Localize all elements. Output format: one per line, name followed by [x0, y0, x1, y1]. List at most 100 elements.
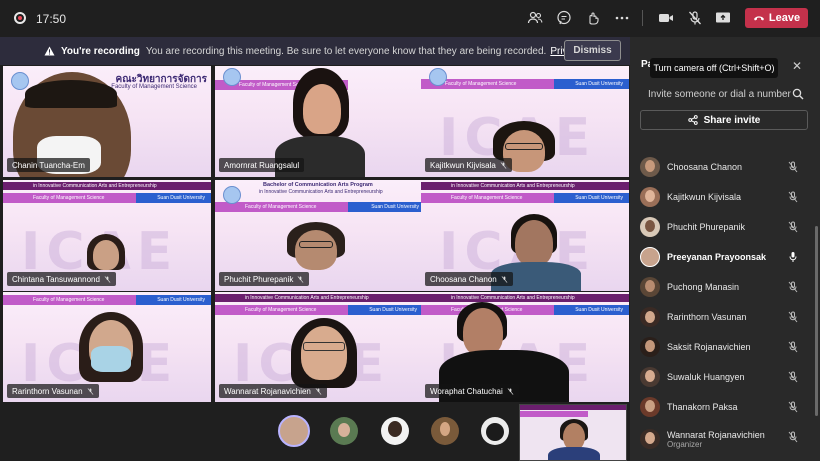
mute-microphone-icon[interactable]: [685, 8, 705, 28]
avatar[interactable]: [381, 417, 409, 445]
muted-mic-icon: [104, 275, 111, 283]
camera-icon[interactable]: [656, 8, 676, 28]
participant-video: [93, 240, 119, 270]
video-tile[interactable]: Bachelor of Communication Arts Program i…: [215, 180, 423, 291]
participant-row[interactable]: Choosana Chanon: [638, 152, 808, 182]
video-tile[interactable]: ICAE in Innovative Communication Arts an…: [421, 292, 629, 403]
microphone-icon[interactable]: [788, 251, 798, 263]
people-icon[interactable]: [525, 8, 545, 28]
slide-faculty: Faculty of Management Science: [33, 297, 105, 303]
video-tile[interactable]: ICAE Faculty of Management Science Suan …: [3, 292, 211, 403]
muted-mic-icon[interactable]: [788, 371, 798, 383]
participant-name: Kajitkwun Kijvisala: [667, 192, 742, 202]
slide-university: Suan Dusit University: [157, 195, 205, 201]
leave-label: Leave: [768, 12, 801, 24]
warning-icon: [44, 46, 55, 56]
participant-name: Choosana Chanon: [430, 274, 497, 284]
participant-name: Puchong Manasin: [667, 282, 740, 292]
slide-faculty: Faculty of Management Science: [33, 195, 105, 201]
muted-mic-icon[interactable]: [788, 221, 798, 233]
meeting-toolbar: 17:50 Leave: [0, 0, 820, 36]
participant-row[interactable]: Rarinthorn Vasunan: [638, 302, 808, 332]
participant-row[interactable]: Suwaluk Huangyen: [638, 362, 808, 392]
slide-university: Suan Dusit University: [371, 204, 419, 210]
slide-program-title: Bachelor of Communication Arts Program: [263, 182, 373, 188]
video-tile[interactable]: ICAE Faculty of Management Science Suan …: [421, 66, 629, 177]
slide-program: in Innovative Communication Arts and Ent…: [33, 183, 157, 189]
participant-video: [295, 230, 337, 270]
participant-role: Organizer: [667, 439, 703, 449]
avatar: [640, 337, 660, 357]
more-options-icon[interactable]: [612, 8, 632, 28]
muted-mic-icon[interactable]: [788, 341, 798, 353]
muted-mic-icon: [297, 275, 304, 283]
participant-name: Choosana Chanon: [667, 162, 743, 172]
avatar: [640, 217, 660, 237]
participant-row[interactable]: Wannarat Rojanavichien Organizer: [638, 422, 808, 456]
muted-mic-icon: [87, 387, 93, 395]
muted-mic-icon[interactable]: [788, 431, 798, 443]
meeting-timer: 17:50: [36, 12, 67, 26]
muted-mic-icon[interactable]: [788, 281, 798, 293]
avatar: [640, 187, 660, 207]
share-invite-label: Share invite: [703, 114, 761, 126]
participant-name: Wannarat Rojanavichien: [224, 386, 311, 396]
participant-row[interactable]: Thanakorn Paksa: [638, 392, 808, 422]
participant-name: Amornrat Ruangsalul: [224, 160, 300, 170]
avatar: [640, 247, 660, 267]
muted-mic-icon[interactable]: [788, 401, 798, 413]
avatar[interactable]: [278, 415, 310, 447]
video-tile[interactable]: ICAE in Innovative Communication Arts an…: [215, 292, 423, 403]
video-tile[interactable]: Faculty of Management Science Amornrat R…: [215, 66, 423, 177]
participant-name: Chanin Tuancha-Em: [12, 160, 85, 170]
chat-icon[interactable]: [554, 8, 574, 28]
participant-row[interactable]: Preeyanan Prayoonsak: [638, 242, 808, 272]
participant-row[interactable]: Kajitkwun Kijvisala: [638, 182, 808, 212]
slide-program-subtitle: in Innovative Communication Arts and Ent…: [259, 189, 383, 195]
avatar[interactable]: [431, 417, 459, 445]
avatar: [640, 429, 660, 449]
self-preview-video[interactable]: [519, 404, 627, 461]
avatar: [640, 367, 660, 387]
participant-row[interactable]: Phuchit Phurepanik: [638, 212, 808, 242]
participant-name: Suwaluk Huangyen: [667, 372, 745, 382]
participant-name: Woraphat Chatuchai: [430, 386, 503, 396]
dismiss-button[interactable]: Dismiss: [564, 40, 621, 61]
camera-tooltip: Turn camera off (Ctrl+Shift+O): [650, 58, 778, 78]
slide-program: in Innovative Communication Arts and Ent…: [245, 295, 369, 301]
search-icon[interactable]: [792, 88, 804, 100]
recording-icon: [14, 12, 26, 24]
share-invite-button[interactable]: Share invite: [640, 110, 808, 130]
banner-message: You are recording this meeting. Be sure …: [145, 45, 547, 57]
participant-video: [301, 326, 347, 380]
video-tile[interactable]: ICAE in Innovative Communication Arts an…: [3, 180, 211, 291]
participant-name: Phuchit Phurepanik: [224, 274, 294, 284]
recording-banner: You're recording You are recording this …: [0, 37, 630, 65]
panel-scrollbar[interactable]: [815, 226, 818, 416]
avatar[interactable]: [330, 417, 358, 445]
slide-program: in Innovative Communication Arts and Ent…: [451, 183, 575, 189]
participant-name: Kajitkwun Kijvisala: [430, 160, 496, 170]
slide-faculty: Faculty of Management Science: [245, 307, 317, 313]
avatar[interactable]: [481, 417, 509, 445]
close-icon[interactable]: ✕: [792, 59, 802, 73]
participant-row[interactable]: Saksit Rojanavichien: [638, 332, 808, 362]
slide-university: Suan Dusit University: [369, 307, 417, 313]
participant-row[interactable]: Puchong Manasin: [638, 272, 808, 302]
muted-mic-icon[interactable]: [788, 311, 798, 323]
muted-mic-icon[interactable]: [788, 191, 798, 203]
muted-mic-icon: [501, 275, 508, 283]
slide-faculty: Faculty of Management Science: [445, 81, 517, 87]
university-logo: [11, 72, 29, 90]
participant-name: Preeyanan Prayoonsak: [667, 252, 767, 262]
video-grid: คณะวิทยาการจัดการ Faculty of Management …: [3, 66, 629, 403]
leave-button[interactable]: Leave: [745, 8, 808, 28]
slide-program: in Innovative Communication Arts and Ent…: [451, 295, 575, 301]
share-screen-icon[interactable]: [713, 8, 733, 28]
participant-list: Choosana Chanon Kajitkwun Kijvisala Phuc…: [638, 152, 808, 456]
reactions-icon[interactable]: [583, 8, 603, 28]
invite-input[interactable]: Invite someone or dial a number: [648, 89, 791, 100]
muted-mic-icon[interactable]: [788, 161, 798, 173]
video-tile[interactable]: ICAE in Innovative Communication Arts an…: [421, 180, 629, 291]
video-tile[interactable]: คณะวิทยาการจัดการ Faculty of Management …: [3, 66, 211, 177]
